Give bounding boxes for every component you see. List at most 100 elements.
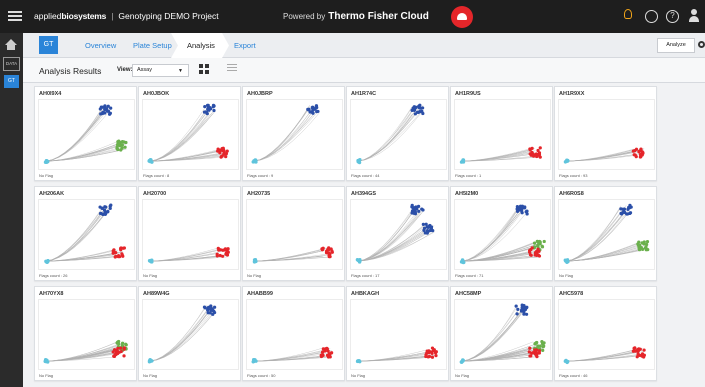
assay-card[interactable]: AHC5978 Flags count : 46 (554, 286, 657, 381)
amplification-plot[interactable] (246, 99, 343, 170)
genotype-point (327, 352, 332, 357)
amplification-plot[interactable] (142, 199, 239, 270)
amplification-curve (358, 224, 432, 262)
chat-icon[interactable] (645, 10, 658, 23)
genotype-point (536, 248, 540, 252)
amplification-curve (254, 107, 309, 162)
amplification-curve (254, 110, 319, 162)
amplification-plot[interactable] (454, 199, 551, 270)
help-icon[interactable]: ? (666, 10, 679, 23)
assay-card[interactable]: AH20700 No Flag (138, 186, 241, 281)
genotype-point (633, 153, 637, 157)
amplification-plot[interactable] (350, 299, 447, 370)
menu-icon[interactable] (8, 9, 22, 23)
user-icon[interactable] (689, 9, 699, 23)
genotype-point (109, 203, 113, 207)
assay-card-title: AHBKAGH (351, 291, 380, 297)
ntc-point (253, 259, 258, 263)
genotype-point (638, 353, 642, 357)
assay-card[interactable]: AH5I2M0 Flags count : 71 (450, 186, 553, 281)
ntc-point (150, 160, 154, 164)
amplification-curve (46, 207, 106, 262)
amplification-curve (358, 111, 423, 162)
genotype-point (528, 354, 532, 358)
genotype-point (119, 248, 123, 252)
tab-overview[interactable]: Overview (85, 41, 116, 50)
assay-card[interactable]: AHC58MP No Flag (450, 286, 553, 381)
genotype-point (432, 348, 436, 352)
amplification-plot[interactable] (454, 299, 551, 370)
amplification-curve (150, 305, 207, 362)
amplification-plot[interactable] (350, 99, 447, 170)
amplification-plot[interactable] (142, 99, 239, 170)
assay-card-title: AHC5978 (559, 291, 584, 297)
assay-card[interactable]: AHBKAGH No Flag (346, 286, 449, 381)
list-view-icon[interactable] (227, 64, 237, 74)
genotype-point (311, 111, 315, 115)
amplification-plot[interactable] (558, 299, 655, 370)
assay-card[interactable]: AH1R9XX Flags count : 93 (554, 86, 657, 181)
genotype-point (646, 248, 650, 252)
amplification-plot[interactable] (246, 299, 343, 370)
amplification-curve (254, 108, 316, 162)
assay-card[interactable]: AH1R74C Flags count : 44 (346, 86, 449, 181)
assay-card[interactable]: AHABB99 Flags count : 50 (242, 286, 345, 381)
genotype-point (538, 146, 542, 150)
view-select[interactable]: Assay ▼ (132, 64, 189, 77)
genotype-point (101, 105, 105, 109)
amplification-plot[interactable] (558, 99, 655, 170)
amplification-curve (150, 105, 210, 162)
flag-count-label: No Flag (559, 273, 574, 278)
amplification-plot[interactable] (246, 199, 343, 270)
amplification-plot[interactable] (38, 99, 135, 170)
genotype-point (531, 351, 535, 355)
project-name[interactable]: Genotyping DEMO Project (118, 11, 218, 21)
amplification-curve (150, 108, 205, 162)
assay-card[interactable]: AH20735 No Flag (242, 186, 345, 281)
amplification-plot[interactable] (558, 199, 655, 270)
ntc-point (564, 259, 568, 263)
genotype-point (528, 152, 532, 156)
assay-card[interactable]: AH394GS Flags count : 17 (346, 186, 449, 281)
tab-plate-setup[interactable]: Plate Setup (133, 41, 172, 50)
assay-card-title: AH89W4G (143, 291, 170, 297)
amplification-plot[interactable] (350, 199, 447, 270)
genotype-point (522, 310, 526, 314)
ntc-point (461, 359, 465, 363)
genotype-point (117, 342, 121, 346)
genotype-point (640, 150, 644, 154)
assay-card[interactable]: AH0I9X4 No Flag (34, 86, 137, 181)
amplification-curve (358, 208, 422, 262)
amplification-plot[interactable] (454, 99, 551, 170)
genotype-point (429, 350, 433, 354)
analyze-button[interactable]: Analyze (657, 38, 695, 53)
assay-card[interactable]: AH1R9US Flags count : 1 (450, 86, 553, 181)
gear-icon[interactable] (698, 41, 705, 48)
assay-card[interactable]: AH89W4G No Flag (138, 286, 241, 381)
genotype-point (218, 151, 222, 155)
genotype-point (203, 110, 207, 114)
genotype-point (529, 253, 533, 257)
assay-card[interactable]: AH0JBOK Flags count : 8 (138, 86, 241, 181)
amplification-plot[interactable] (142, 299, 239, 370)
amplification-curve (46, 143, 126, 162)
home-icon[interactable] (5, 39, 17, 51)
amplification-plot[interactable] (38, 299, 135, 370)
genotype-point (108, 206, 112, 210)
sidebar-data-button[interactable]: DATA (3, 57, 20, 71)
grid-view-icon[interactable] (199, 64, 209, 74)
assay-card[interactable]: AH0JBRP Flags count : 9 (242, 86, 345, 181)
assay-card-title: AH1R9US (455, 91, 481, 97)
tab-analysis[interactable]: Analysis (187, 41, 215, 50)
genotype-point (208, 106, 212, 110)
genotype-point (534, 352, 539, 357)
amplification-plot[interactable] (38, 199, 135, 270)
genotype-point (327, 254, 331, 259)
tab-export[interactable]: Export (234, 41, 256, 50)
lightbulb-icon[interactable] (624, 9, 632, 19)
assay-card[interactable]: AH70YX8 No Flag (34, 286, 137, 381)
sidebar-gt-button[interactable]: GT (4, 75, 19, 88)
assay-card[interactable]: AH206AK Flags count : 26 (34, 186, 137, 281)
assay-card[interactable]: AH6R0S8 No Flag (554, 186, 657, 281)
amplification-curve (358, 109, 414, 162)
